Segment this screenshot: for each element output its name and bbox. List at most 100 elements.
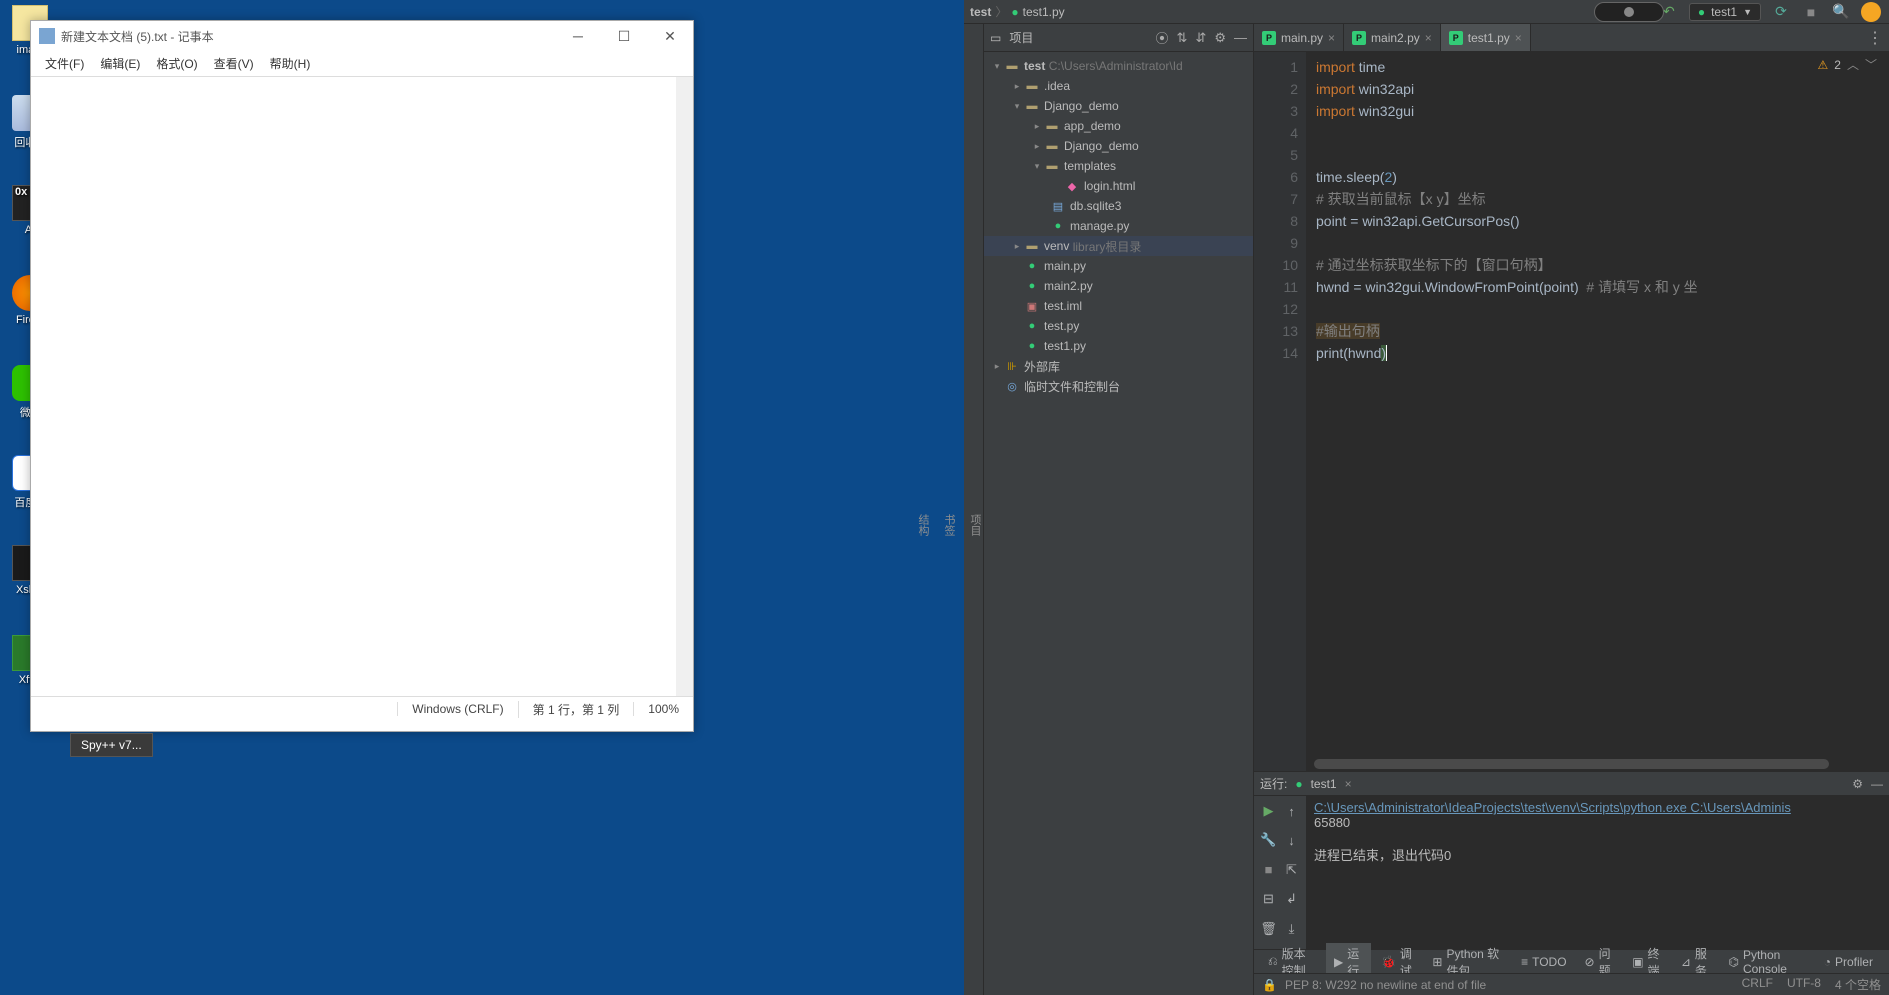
layout-button[interactable]: ⊟ [1258,888,1279,910]
menu-edit[interactable]: 编辑(E) [92,53,148,74]
gear-icon[interactable]: ⚙ [1852,777,1863,791]
tree-label: db.sqlite3 [1070,199,1121,213]
menu-help[interactable]: 帮助(H) [262,53,319,74]
stop-icon[interactable]: ■ [1801,2,1821,22]
close-button[interactable]: ✕ [647,21,693,51]
tree-item-main2-py[interactable]: ●main2.py [984,276,1253,296]
tool-profiler[interactable]: ◔Profiler [1816,953,1881,971]
export-button[interactable]: ⇱ [1281,859,1302,881]
close-icon[interactable]: × [1425,31,1432,45]
expand-icon[interactable]: ⇅ [1177,30,1188,46]
tab-label: test1.py [1468,31,1510,45]
status-line-sep[interactable]: CRLF [1742,976,1773,993]
tree-item-test-iml[interactable]: ▣test.iml [984,296,1253,316]
tab-test1-py[interactable]: Ptest1.py× [1441,24,1531,51]
breadcrumb[interactable]: test 〉 ● test1.py [964,3,1629,20]
select-opened-icon[interactable]: ⦿ [1156,28,1169,47]
close-icon[interactable]: × [1515,31,1522,45]
collapse-icon[interactable]: ⇵ [1195,30,1206,46]
iml-file-icon: ▣ [1024,299,1040,313]
tab-main-py[interactable]: Pmain.py× [1254,24,1344,51]
lock-icon[interactable]: 🔒 [1262,978,1277,992]
tree-label: 临时文件和控制台 [1024,378,1120,395]
tree-item-django-demo[interactable]: ▾▬Django_demo [984,96,1253,116]
run-config-selector[interactable]: ● test1 ▼ [1689,3,1761,21]
tree-item-idea[interactable]: ▸▬.idea [984,76,1253,96]
stop-button[interactable]: ■ [1258,859,1279,881]
tree-item-login-html[interactable]: ◆login.html [984,176,1253,196]
tool-todo[interactable]: ≡TODO [1513,953,1574,971]
project-tool-label[interactable]: 项目 [967,514,983,536]
tree-item-test-py[interactable]: ●test.py [984,316,1253,336]
problems-icon: ⊘ [1585,955,1595,969]
run-output[interactable]: C:\Users\Administrator\IdeaProjects\test… [1306,796,1889,949]
down-button[interactable]: ↓ [1281,829,1302,851]
minimize-button[interactable]: ─ [555,21,601,51]
gear-icon[interactable]: ⚙ [1214,30,1226,46]
search-icon[interactable]: 🔍 [1831,2,1851,22]
status-message[interactable]: PEP 8: W292 no newline at end of file [1285,978,1486,992]
tree-root-name: test [1024,59,1045,73]
close-icon[interactable]: × [1328,31,1335,45]
project-panel: ▭ 项目 ⦿ ⇅ ⇵ ⚙ — ▾▬test C:\Users\Administr… [984,24,1254,995]
taskbar-spy-button[interactable]: Spy++ v7... [70,733,153,757]
project-view-icon[interactable]: ▭ [990,31,1001,45]
vertical-scrollbar[interactable] [676,77,693,696]
chevron-down-icon[interactable]: ﹀ [1865,56,1877,73]
horizontal-scrollbar[interactable] [1314,759,1829,769]
python-file-icon: ● [1024,279,1040,293]
notepad-titlebar[interactable]: 新建文本文档 (5).txt - 记事本 ─ ☐ ✕ [31,21,693,51]
breadcrumb-sep: 〉 [995,3,1007,20]
terminal-icon: ▣ [1632,955,1643,969]
tree-item-manage-py[interactable]: ●manage.py [984,216,1253,236]
tree-label: main.py [1044,259,1086,273]
menu-view[interactable]: 查看(V) [206,53,262,74]
close-icon[interactable]: × [1345,777,1352,791]
chevron-up-icon[interactable]: ︿ [1847,56,1859,73]
structure-tool-label[interactable]: 结构 [915,514,931,536]
code-editor[interactable]: 1234567891011121314 import time import w… [1254,52,1889,771]
hide-icon[interactable]: — [1234,30,1247,45]
breadcrumb-file[interactable]: test1.py [1023,5,1065,19]
menu-format[interactable]: 格式(O) [148,53,205,74]
python-file-icon: ● [1050,219,1066,233]
status-indent[interactable]: 4 个空格 [1835,976,1881,993]
tree-item-db-sqlite[interactable]: ▤db.sqlite3 [984,196,1253,216]
tab-main2-py[interactable]: Pmain2.py× [1344,24,1441,51]
hide-icon[interactable]: — [1871,777,1883,791]
tree-item-main-py[interactable]: ●main.py [984,256,1253,276]
trash-button[interactable]: 🗑 [1258,918,1279,940]
status-encoding[interactable]: UTF-8 [1787,976,1821,993]
tree-item-test1-py[interactable]: ●test1.py [984,336,1253,356]
code-content[interactable]: import time import win32api import win32… [1306,52,1889,771]
tree-item-temp-console[interactable]: ◎临时文件和控制台 [984,376,1253,396]
breadcrumb-root[interactable]: test [970,5,991,19]
rerun-button[interactable]: ▶ [1258,800,1279,822]
recording-pill[interactable] [1594,2,1664,22]
bookmarks-tool-label[interactable]: 书签 [941,514,957,536]
wrench-button[interactable]: 🔧 [1258,829,1279,851]
editor-area: Pmain.py× Pmain2.py× Ptest1.py× ⋮ 123456… [1254,24,1889,995]
tabs-more-icon[interactable]: ⋮ [1867,24,1889,51]
avatar[interactable] [1861,2,1881,22]
menu-file[interactable]: 文件(F) [37,53,92,74]
tree-item-app-demo[interactable]: ▸▬app_demo [984,116,1253,136]
tool-label: Profiler [1835,955,1873,969]
left-tool-stripe[interactable]: 项目 书签 结构 [964,24,984,995]
tree-item-django-demo2[interactable]: ▸▬Django_demo [984,136,1253,156]
maximize-button[interactable]: ☐ [601,21,647,51]
up-button[interactable]: ↑ [1281,800,1302,822]
tree-root[interactable]: ▾▬test C:\Users\Administrator\Id [984,56,1253,76]
soft-wrap-button[interactable]: ↲ [1281,888,1302,910]
notepad-window: 新建文本文档 (5).txt - 记事本 ─ ☐ ✕ 文件(F) 编辑(E) 格… [30,20,694,732]
tree-item-templates[interactable]: ▾▬templates [984,156,1253,176]
notepad-text-area[interactable] [31,76,693,696]
updates-icon[interactable]: ⟳ [1771,2,1791,22]
tree-item-ext-libs[interactable]: ▸⊪外部库 [984,356,1253,376]
tree-item-venv[interactable]: ▸▬venv library根目录 [984,236,1253,256]
inspection-badge[interactable]: ⚠2︿﹀ [1818,56,1877,73]
line-gutter[interactable]: 1234567891011121314 [1254,52,1306,771]
scroll-button[interactable]: ⤓ [1281,918,1302,940]
project-tree[interactable]: ▾▬test C:\Users\Administrator\Id ▸▬.idea… [984,52,1253,995]
python-file-icon: ● [1024,339,1040,353]
